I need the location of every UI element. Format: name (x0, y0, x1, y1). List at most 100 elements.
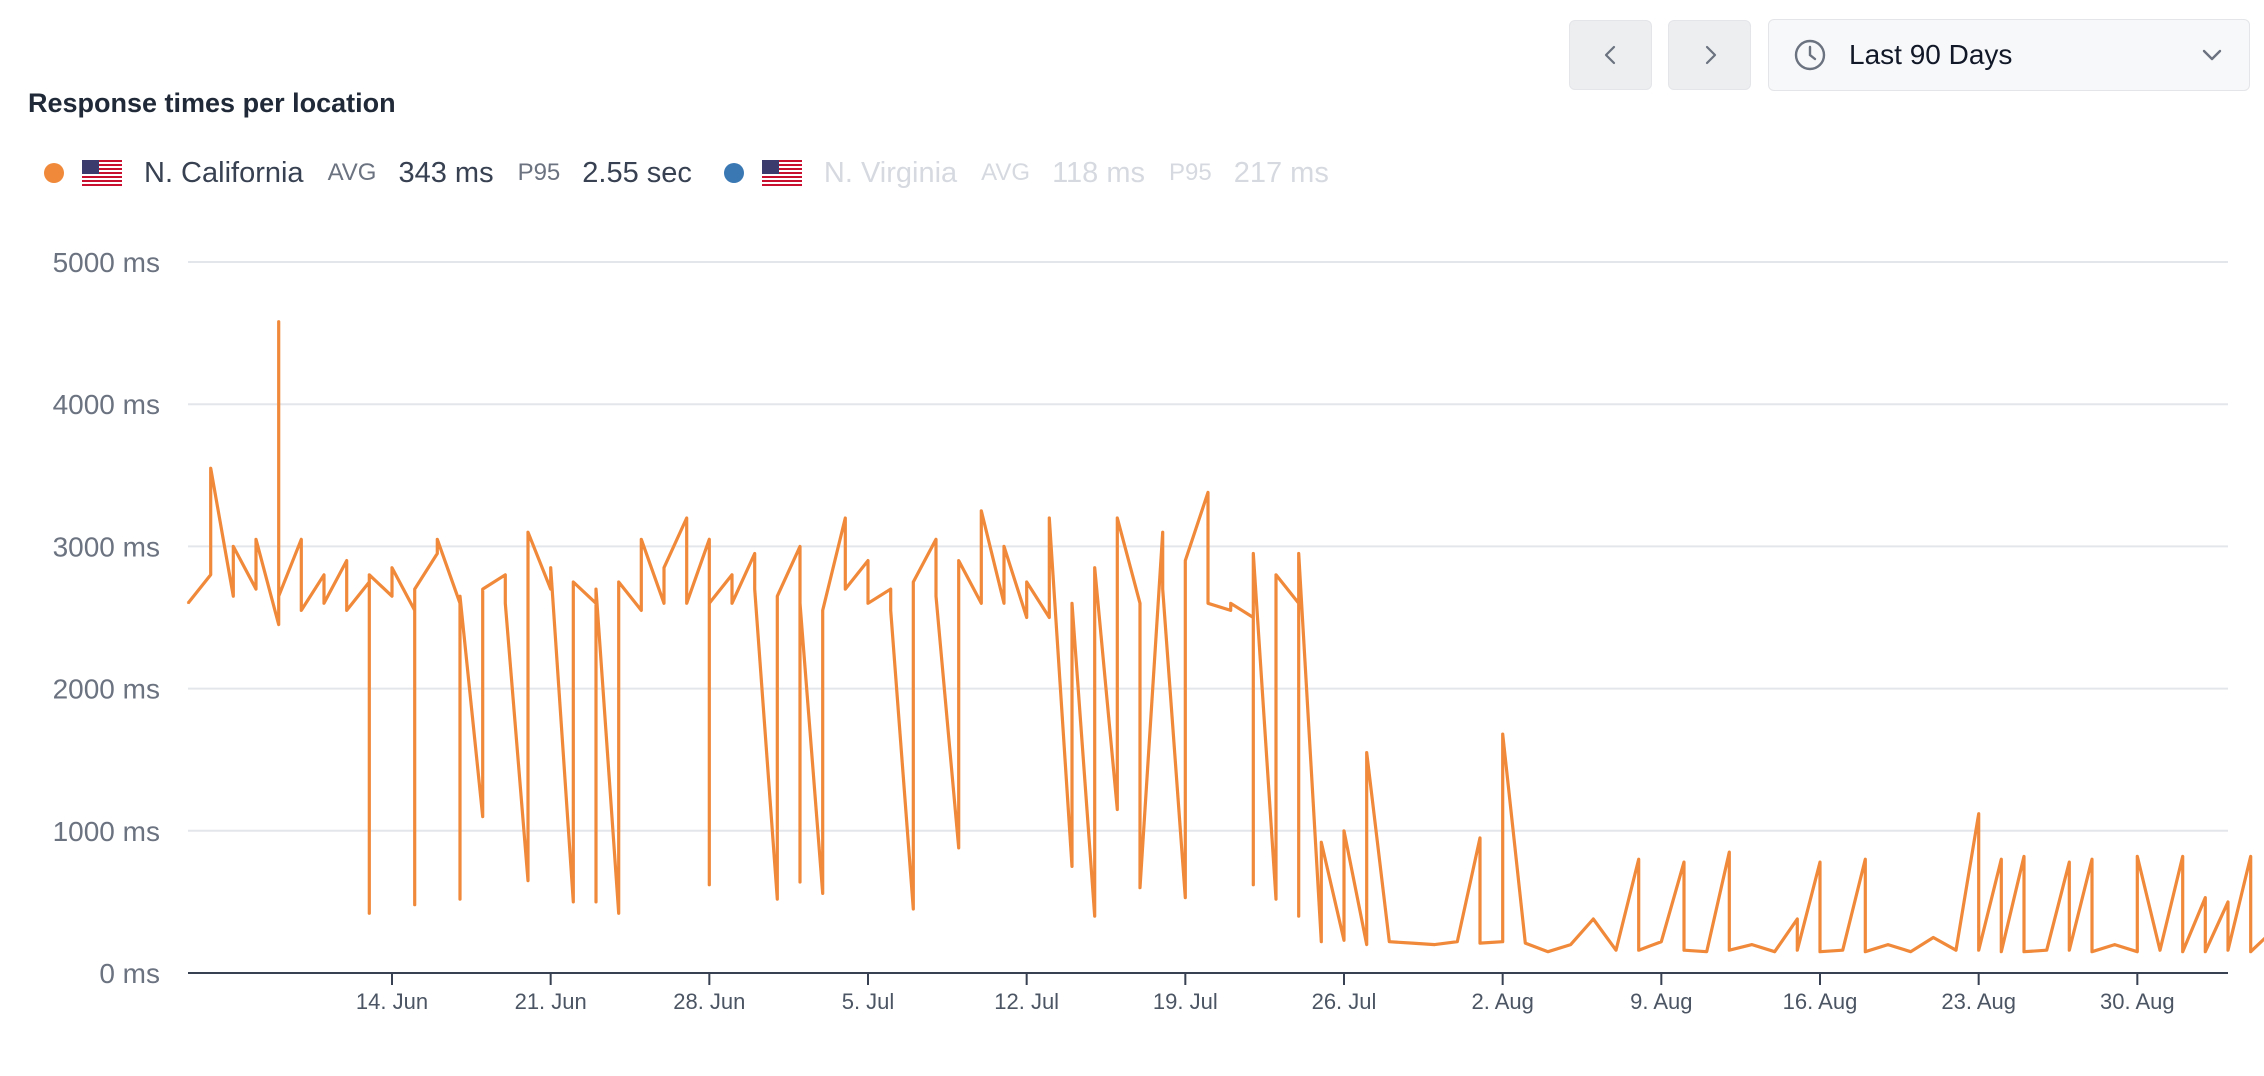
data-point (2227, 901, 2229, 903)
data-point (708, 884, 711, 886)
data-point (889, 588, 892, 590)
data-point (255, 538, 257, 541)
data-point (2204, 950, 2207, 953)
data-point (481, 588, 484, 590)
data-point (187, 602, 189, 605)
data-point (685, 517, 688, 519)
data-point (1773, 950, 1776, 953)
data-point (1479, 837, 1481, 839)
data-point (1139, 602, 1141, 605)
data-point (1252, 884, 1255, 886)
data-point (1433, 943, 1436, 946)
data-point (391, 566, 393, 569)
data-point (572, 581, 575, 583)
data-point (209, 467, 212, 470)
data-point (1683, 949, 1685, 951)
data-point (527, 531, 529, 533)
y-tick-label: 2000 ms (53, 674, 160, 705)
data-point (2181, 855, 2184, 858)
response-time-chart: 0 ms 1000 ms 2000 ms 3000 ms 4000 ms 5000 ms 1… (53, 247, 2264, 1014)
data-point (1229, 602, 1232, 605)
data-point (481, 815, 484, 818)
data-point (731, 574, 733, 576)
data-point (232, 545, 235, 548)
data-point (1411, 942, 1413, 944)
data-point (232, 595, 235, 597)
data-point (1343, 830, 1345, 832)
data-point (844, 588, 847, 590)
data-point (1637, 858, 1640, 860)
data-point (2000, 858, 2003, 860)
data-point (1093, 566, 1096, 569)
x-tick-label: 2. Aug (1471, 989, 1533, 1014)
data-point (1161, 588, 1164, 590)
y-tick-label: 4000 ms (53, 389, 160, 420)
data-point (345, 559, 348, 562)
data-point (504, 574, 507, 576)
data-point (2000, 950, 2003, 953)
data-point (527, 609, 529, 612)
data-point (1955, 949, 1957, 951)
data-point (459, 898, 461, 900)
data-point (209, 574, 212, 576)
data-point (821, 892, 824, 895)
data-point (617, 581, 620, 583)
data-point (663, 602, 665, 605)
data-point (1456, 940, 1459, 943)
data-point (912, 581, 915, 583)
data-point (1139, 886, 1141, 889)
data-point (708, 538, 711, 541)
data-point (413, 903, 416, 906)
x-tick-label: 14. Jun (356, 989, 428, 1014)
x-tick-label: 9. Aug (1630, 989, 1692, 1014)
data-point (1796, 918, 1799, 920)
data-point (391, 595, 393, 597)
data-point (980, 602, 983, 605)
data-point (1048, 616, 1051, 619)
data-point (1728, 949, 1731, 951)
data-point (2113, 943, 2116, 946)
data-point (1320, 940, 1323, 943)
data-point (640, 538, 643, 541)
data-point (595, 602, 597, 605)
data-point (2091, 858, 2093, 860)
x-tick-label: 12. Jul (994, 989, 1059, 1014)
data-point (799, 545, 801, 548)
data-point (1071, 865, 1073, 868)
data-point (2068, 861, 2071, 863)
data-point (1320, 841, 1323, 843)
x-tick-label: 28. Jun (673, 989, 745, 1014)
data-point (1796, 949, 1799, 951)
data-point (1569, 943, 1572, 946)
data-point (1252, 552, 1255, 555)
data-point (1365, 943, 1368, 946)
data-point (753, 588, 756, 590)
data-point (549, 566, 552, 569)
data-point (459, 602, 461, 605)
data-point (1365, 751, 1368, 754)
data-point (1683, 861, 1685, 863)
data-point (1501, 940, 1504, 943)
data-point (2249, 950, 2252, 953)
data-point (527, 879, 529, 882)
data-point (277, 320, 280, 323)
data-point (776, 898, 779, 900)
data-point (1819, 861, 1821, 863)
data-point (1615, 949, 1617, 951)
data-point (663, 566, 665, 569)
data-point (368, 581, 371, 583)
data-point (980, 510, 983, 512)
data-point (867, 602, 869, 605)
data-point (799, 602, 801, 605)
data-point (277, 595, 280, 597)
data-point (2249, 855, 2252, 858)
data-point (549, 588, 552, 590)
data-point (1229, 609, 1232, 612)
data-point (1887, 943, 1889, 946)
data-point (2159, 949, 2161, 951)
data-point (413, 588, 416, 590)
data-point (436, 552, 439, 555)
data-point (323, 574, 325, 576)
data-point (504, 602, 507, 605)
data-point (1184, 559, 1187, 562)
